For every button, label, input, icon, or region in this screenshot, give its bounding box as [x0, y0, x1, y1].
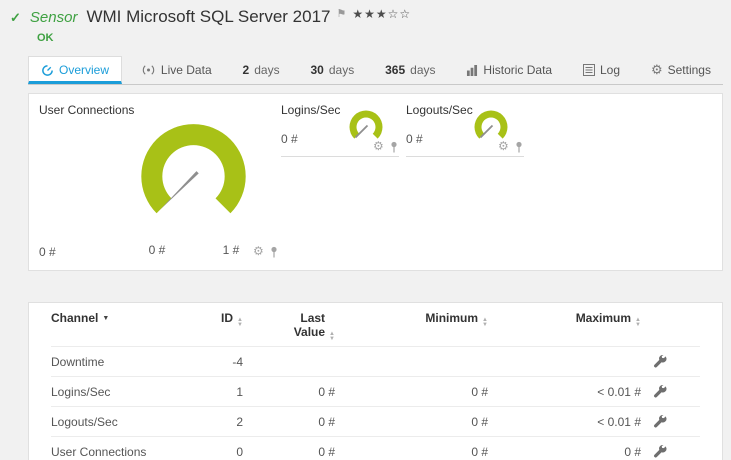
tab-overview[interactable]: Overview	[28, 56, 123, 84]
channel-last-value: 0 #	[318, 444, 335, 459]
tab-label: Settings	[667, 63, 711, 77]
channel-minimum: 0 #	[471, 444, 488, 459]
tab-30-days[interactable]: 30 days	[298, 57, 366, 84]
channel-id: 1	[236, 384, 243, 399]
gauge-needle	[160, 171, 199, 210]
channel-id: 0	[236, 444, 243, 459]
column-header-label: Maximum	[575, 311, 632, 325]
tab-label: Historic Data	[483, 63, 553, 77]
logouts-gauge-title: Logouts/Sec	[406, 103, 473, 117]
tab-365-days[interactable]: 365 days	[373, 57, 447, 84]
favorite-rating[interactable]: ★★★☆☆	[352, 7, 411, 21]
priority-flag-icon[interactable]: ⚑	[337, 7, 347, 20]
channel-maximum: 0 #	[624, 444, 641, 459]
tab-day-unit: days	[328, 63, 355, 77]
main-gauge-current-value: 0 #	[39, 245, 56, 259]
tab-live-data[interactable]: Live Data	[129, 57, 224, 84]
overview-gauge-icon	[41, 64, 54, 77]
channel-settings-wrench-icon[interactable]	[653, 354, 667, 369]
logins-gauge-settings-gear-icon[interactable]: ⚙	[373, 140, 384, 152]
channel-name: Logouts/Sec	[51, 414, 118, 429]
logins-gauge-pin-icon[interactable]	[390, 141, 398, 155]
main-gauge-pin-icon[interactable]	[270, 246, 278, 260]
main-gauge-min-label: 0 #	[148, 243, 166, 257]
sort-desc-icon: ▼	[102, 315, 110, 322]
tab-day-count: 365	[385, 63, 406, 77]
sensor-status-row: OK	[37, 28, 721, 46]
column-header-minimum[interactable]: Minimum ▲ ▼	[335, 311, 488, 328]
tab-settings[interactable]: ⚙ Settings	[639, 57, 723, 84]
channel-id: 2	[236, 414, 243, 429]
sensor-header: ✓ Sensor WMI Microsoft SQL Server 2017 ⚑…	[0, 0, 731, 46]
gauge-arc	[349, 110, 383, 139]
gauge-arc	[141, 124, 246, 214]
logouts-gauge-value: 0 #	[406, 132, 423, 146]
channel-settings-wrench-icon[interactable]	[653, 444, 667, 459]
channel-maximum: < 0.01 #	[597, 384, 641, 399]
stars-filled: ★★★	[352, 7, 388, 21]
sensor-title: WMI Microsoft SQL Server 2017	[86, 7, 331, 26]
gauge-arc	[474, 110, 508, 139]
sensor-title-row: ✓ Sensor WMI Microsoft SQL Server 2017 ⚑…	[10, 7, 721, 27]
tab-day-count: 2	[242, 63, 250, 77]
status-badge: OK	[37, 32, 54, 44]
logouts-gauge-pin-icon[interactable]	[515, 141, 523, 155]
column-header-id[interactable]: ID ▲ ▼	[197, 311, 243, 328]
channel-settings-wrench-icon[interactable]	[653, 414, 667, 429]
sort-icon: ▲ ▼	[329, 331, 335, 342]
sensor-kind-label: Sensor	[29, 9, 78, 26]
user-connections-gauge	[141, 124, 246, 214]
column-header-maximum[interactable]: Maximum ▲ ▼	[488, 311, 641, 328]
log-list-icon	[583, 64, 595, 76]
stars-empty: ☆☆	[387, 7, 412, 21]
channel-last-value: 0 #	[318, 384, 335, 399]
main-gauge-settings-gear-icon[interactable]: ⚙	[253, 245, 264, 257]
tab-historic-data[interactable]: Historic Data	[454, 57, 564, 84]
tab-bar: Overview Live Data 2 days 30 days 365 da…	[28, 56, 723, 85]
channel-row-logouts-sec[interactable]: Logouts/Sec 2 0 # 0 # < 0.01 #	[51, 407, 700, 437]
sort-icon: ▲ ▼	[635, 317, 641, 328]
channel-id: -4	[232, 354, 243, 369]
tab-label: Log	[600, 63, 621, 77]
logins-gauge-value: 0 #	[281, 132, 298, 146]
channel-last-value: 0 #	[318, 414, 335, 429]
channel-settings-wrench-icon[interactable]	[653, 384, 667, 399]
logouts-gauge-settings-gear-icon[interactable]: ⚙	[498, 140, 509, 152]
column-header-label: Last Value	[293, 311, 326, 339]
column-header-label: Channel	[51, 311, 99, 325]
channel-name: Logins/Sec	[51, 384, 111, 399]
channel-name: User Connections	[51, 444, 147, 459]
tab-label: Live Data	[160, 63, 212, 77]
channel-maximum: < 0.01 #	[597, 414, 641, 429]
column-header-label: Minimum	[425, 311, 479, 325]
gauges-panel: User Connections 0 # 0 # 1 # ⚙ Logins/Se…	[28, 93, 723, 271]
ok-check-icon: ✓	[10, 10, 21, 25]
channel-name: Downtime	[51, 354, 105, 369]
historic-data-chart-icon	[466, 64, 478, 76]
channel-row-downtime[interactable]: Downtime -4	[51, 347, 700, 377]
channel-row-logins-sec[interactable]: Logins/Sec 1 0 # 0 # < 0.01 #	[51, 377, 700, 407]
tab-2-days[interactable]: 2 days	[231, 57, 292, 84]
column-header-last-value[interactable]: Last Value ▲ ▼	[243, 311, 335, 342]
tab-day-count: 30	[310, 63, 324, 77]
logins-divider	[281, 156, 399, 157]
channel-row-user-connections[interactable]: User Connections 0 0 # 0 # 0 #	[51, 437, 700, 460]
column-header-channel[interactable]: Channel ▼	[51, 311, 197, 325]
channel-minimum: 0 #	[471, 414, 488, 429]
tab-label: Overview	[59, 63, 110, 77]
live-data-broadcast-icon	[141, 64, 156, 76]
channels-table: Channel ▼ ID ▲ ▼ Last Value ▲ ▼ Minimum ▲ ▼ Max…	[28, 302, 723, 460]
tab-day-unit: days	[410, 63, 436, 77]
table-header-row: Channel ▼ ID ▲ ▼ Last Value ▲ ▼ Minimum ▲ ▼ Max…	[51, 303, 700, 347]
logins-gauge-title: Logins/Sec	[281, 103, 341, 117]
main-gauge-max-label: 1 #	[222, 243, 240, 257]
logouts-divider	[406, 156, 524, 157]
sensor-page: ✓ Sensor WMI Microsoft SQL Server 2017 ⚑…	[0, 0, 731, 460]
channel-minimum: 0 #	[471, 384, 488, 399]
column-header-label: ID	[221, 311, 234, 325]
settings-gear-icon: ⚙	[650, 62, 663, 77]
tab-day-unit: days	[254, 63, 280, 77]
tab-log[interactable]: Log	[571, 57, 632, 84]
